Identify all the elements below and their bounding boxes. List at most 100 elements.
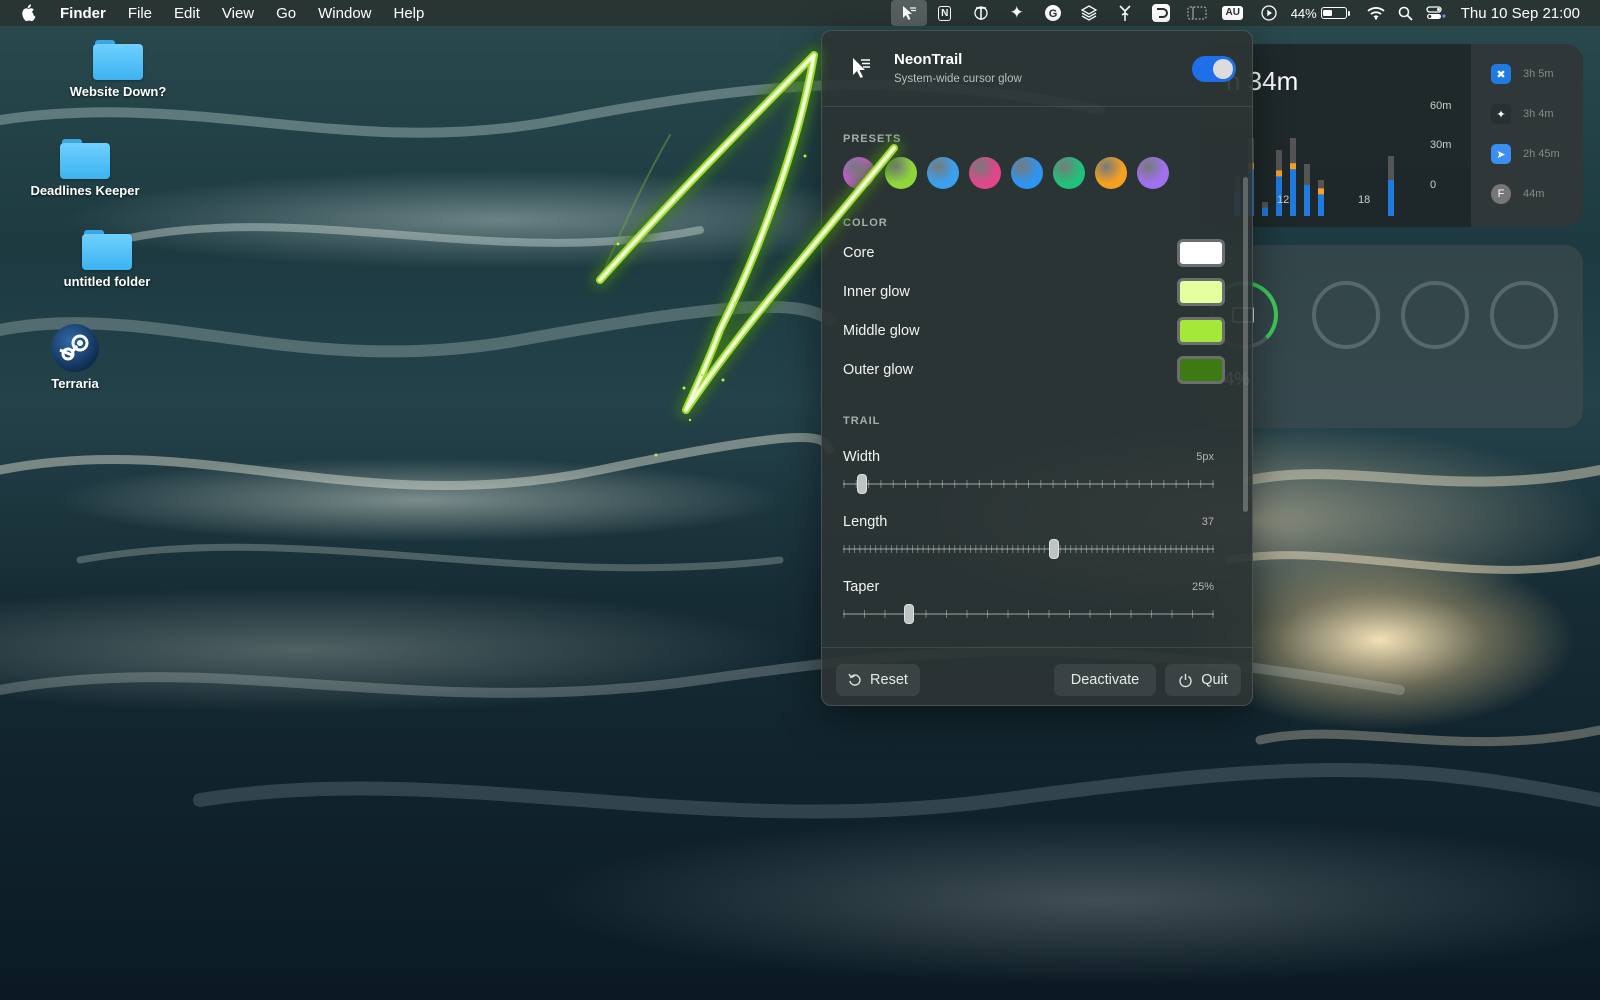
layers-icon[interactable]	[1071, 0, 1107, 26]
bar-usage	[1318, 194, 1324, 216]
quit-button[interactable]: Quit	[1165, 664, 1241, 696]
slider-ticks	[843, 480, 1214, 488]
fork-icon[interactable]	[1107, 0, 1143, 26]
wifi-icon[interactable]	[1361, 0, 1391, 26]
au-label: AU	[1222, 6, 1243, 20]
desktop-folder-untitled[interactable]: untitled folder	[32, 230, 182, 289]
control-center-icon[interactable]	[1421, 0, 1451, 26]
quit-label: Quit	[1201, 672, 1228, 688]
core-color-well[interactable]	[1177, 239, 1225, 267]
bar-usage	[1304, 184, 1310, 216]
preset-swatch-4[interactable]	[969, 157, 1001, 189]
app-row-vscode: ✖ 3h 5m	[1491, 64, 1554, 84]
sidebar-icon[interactable]	[1179, 0, 1215, 26]
neontrail-icon[interactable]	[890, 0, 927, 26]
preset-swatch-2[interactable]	[885, 157, 917, 189]
desktop-folder-deadlines-keeper[interactable]: Deadlines Keeper	[10, 139, 160, 198]
vscode-icon: ✖	[1491, 64, 1511, 84]
notion-icon[interactable]: N	[927, 0, 963, 26]
app-row-sparkle: ✦ 3h 4m	[1491, 104, 1554, 124]
color-name: Middle glow	[843, 323, 920, 339]
panel-subtitle: System-wide cursor glow	[894, 73, 1022, 85]
bar-usage	[1388, 180, 1394, 216]
panel-scrollbar[interactable]	[1243, 177, 1248, 512]
x-label-12: 12	[1277, 194, 1290, 206]
inner-glow-color-well[interactable]	[1177, 278, 1225, 306]
app-icon[interactable]	[1143, 0, 1179, 26]
color-row-outer-glow: Outer glow	[843, 356, 1225, 386]
battery-ring-empty	[1401, 281, 1469, 349]
middle-glow-color-well[interactable]	[1177, 317, 1225, 345]
battery-widget[interactable]: 4%	[1200, 245, 1583, 428]
menu-finder[interactable]: Finder	[60, 5, 106, 22]
panel-footer: Reset Deactivate Quit	[822, 647, 1252, 705]
battery-ring-empty	[1490, 281, 1558, 349]
y-label-30: 30m	[1430, 139, 1452, 151]
sparkle-icon: ✦	[1491, 104, 1511, 124]
menu-bar-status-area: N ✦ G AU 44% Thu 10 Sep 21:00	[890, 0, 1580, 26]
panel-title: NeonTrail	[894, 51, 963, 68]
menu-go[interactable]: Go	[276, 5, 296, 22]
text-icon[interactable]	[963, 0, 999, 26]
menu-view[interactable]: View	[222, 5, 254, 22]
desktop-app-terraria[interactable]: Terraria	[0, 324, 150, 391]
grammarly-icon[interactable]: G	[1035, 0, 1071, 26]
battery-icon[interactable]	[1320, 7, 1350, 19]
menu-edit[interactable]: Edit	[174, 5, 200, 22]
desktop-icon-label: Website Down?	[69, 84, 167, 99]
enable-toggle[interactable]	[1192, 56, 1236, 82]
preset-swatch-8[interactable]	[1137, 157, 1169, 189]
preset-swatch-7[interactable]	[1095, 157, 1127, 189]
clock[interactable]: Thu 10 Sep 21:00	[1461, 5, 1580, 22]
color-name: Outer glow	[843, 362, 914, 378]
color-row-core: Core	[843, 239, 1225, 269]
desktop-folder-website-down[interactable]: Website Down?	[43, 40, 193, 99]
play-icon[interactable]	[1251, 0, 1287, 26]
neontrail-panel: NeonTrail System-wide cursor glow PRESET…	[821, 30, 1253, 706]
preset-swatch-5[interactable]	[1011, 157, 1043, 189]
battery-percentage[interactable]: 44%	[1291, 6, 1317, 21]
app-time: 44m	[1523, 188, 1545, 200]
menu-bar: Finder File Edit View Go Window Help N ✦…	[0, 0, 1600, 26]
slider-value: 5px	[1196, 451, 1214, 463]
slider-value: 25%	[1191, 581, 1214, 593]
search-icon[interactable]	[1391, 0, 1421, 26]
battery-ring-empty	[1312, 281, 1380, 349]
width-slider-thumb[interactable]	[857, 474, 868, 494]
menu-help[interactable]: Help	[394, 5, 425, 22]
folder-icon	[60, 139, 110, 179]
outer-glow-color-well[interactable]	[1177, 356, 1225, 384]
y-label-60: 60m	[1430, 100, 1452, 112]
taper-slider-thumb[interactable]	[904, 604, 915, 624]
preset-swatch-1[interactable]	[843, 157, 875, 189]
menu-file[interactable]: File	[128, 5, 152, 22]
preset-swatch-3[interactable]	[927, 157, 959, 189]
screen-time-widget[interactable]: h 34m 60m 30m 0 12 18 ✖ 3h 5m ✦ 3h 4m ➤ …	[1200, 44, 1583, 227]
slider-label: Taper	[843, 579, 880, 595]
app-time: 3h 4m	[1523, 108, 1554, 120]
reset-button[interactable]: Reset	[836, 664, 920, 696]
slider-ticks	[843, 545, 1214, 553]
power-icon	[1178, 673, 1193, 688]
color-name: Inner glow	[843, 284, 910, 300]
sparkle-icon[interactable]: ✦	[999, 0, 1035, 26]
app-time: 2h 45m	[1523, 148, 1560, 160]
deactivate-button[interactable]: Deactivate	[1054, 664, 1156, 696]
preset-swatch-6[interactable]	[1053, 157, 1085, 189]
au-icon[interactable]: AU	[1215, 0, 1251, 26]
length-slider-thumb[interactable]	[1048, 539, 1059, 559]
apple-menu-icon[interactable]	[20, 4, 40, 22]
menu-window[interactable]: Window	[318, 5, 371, 22]
svg-text:G: G	[1048, 8, 1057, 20]
color-section-label: COLOR	[843, 217, 888, 229]
reset-icon	[848, 673, 862, 687]
reset-label: Reset	[870, 672, 908, 688]
toggle-knob	[1213, 59, 1233, 79]
trail-section-label: TRAIL	[843, 415, 881, 427]
bar-usage	[1262, 207, 1268, 216]
bar-usage-other	[1318, 188, 1324, 195]
desktop-icon-label: Terraria	[51, 376, 99, 391]
x-label-18: 18	[1358, 194, 1371, 206]
folder-icon	[93, 40, 143, 80]
screen-time-chart	[1234, 138, 1394, 216]
